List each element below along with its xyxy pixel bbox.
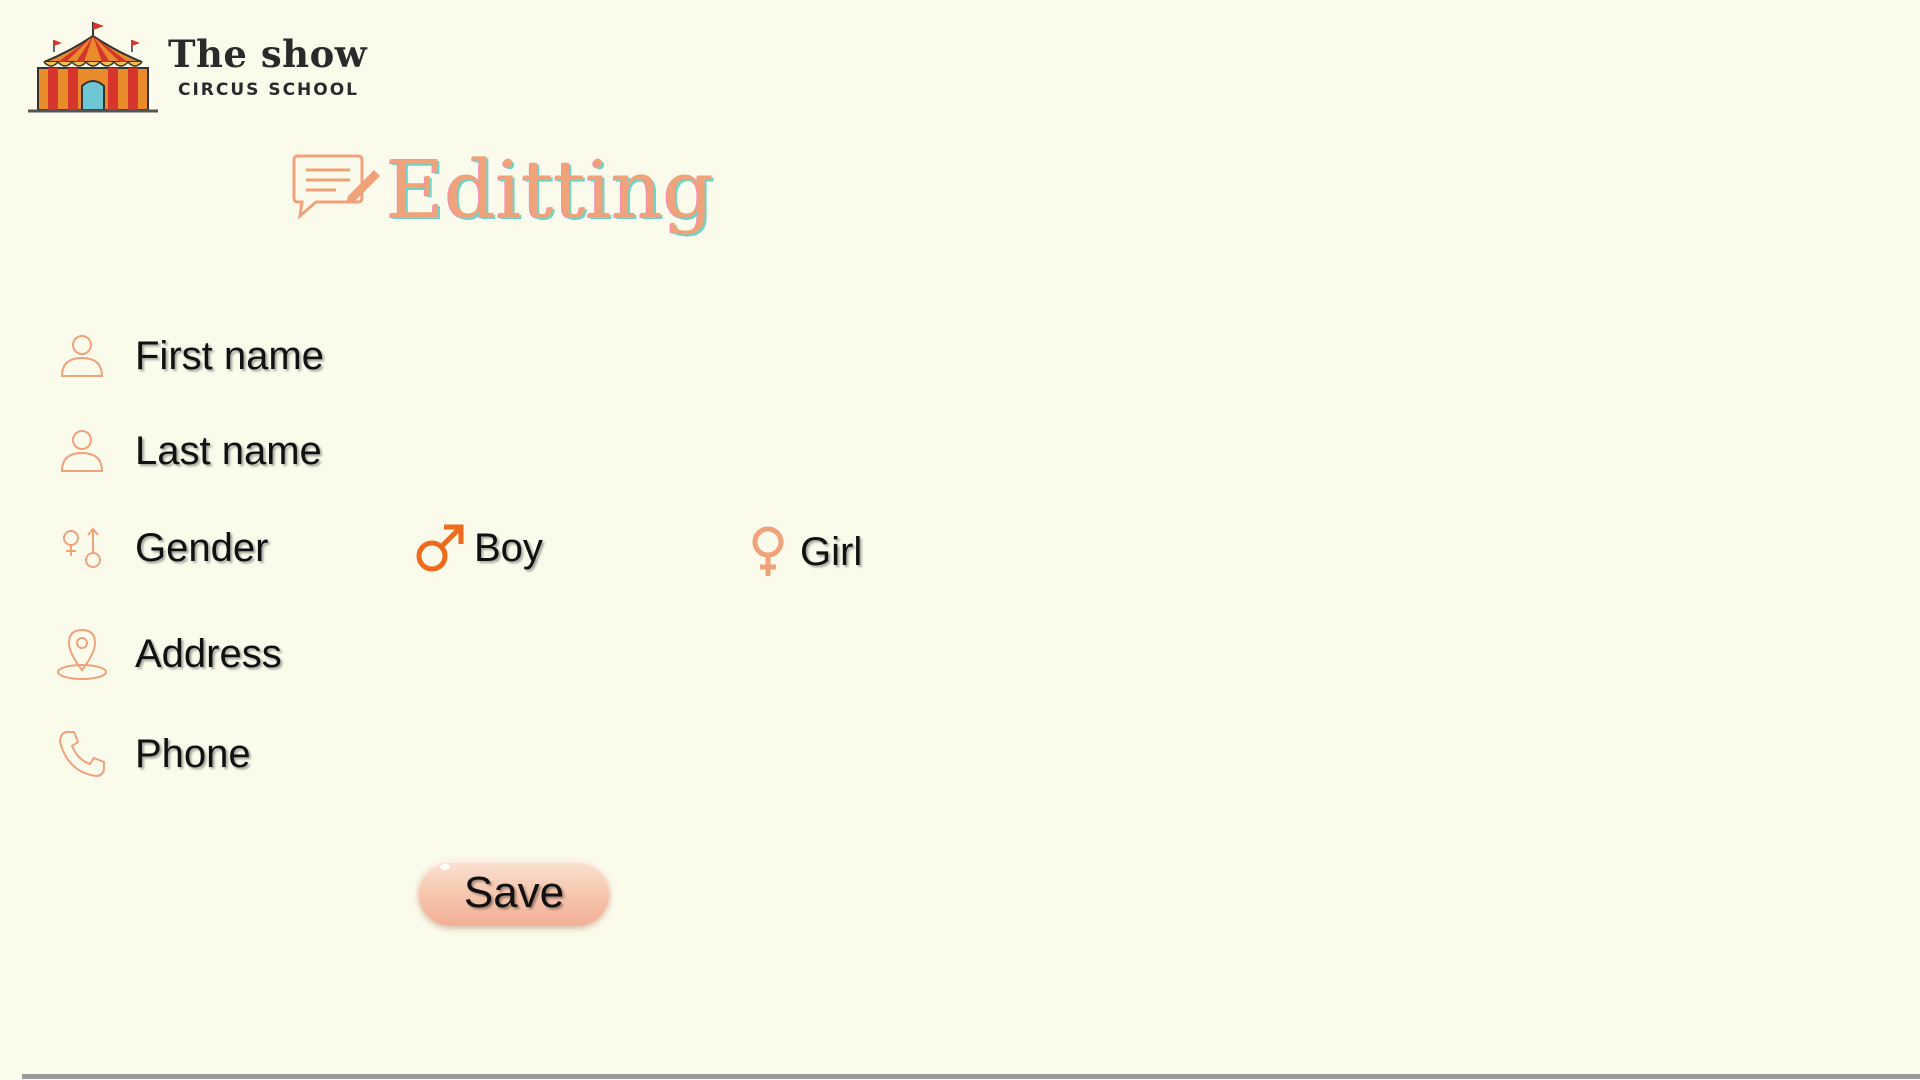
button-highlight [440,864,450,870]
first-name-label: First name [135,333,324,378]
gender-option-boy[interactable]: Boy [414,520,543,576]
gender-row: Gender [52,518,268,578]
first-name-row[interactable]: First name [52,326,324,386]
save-button[interactable]: Save [418,860,610,926]
save-button-label: Save [463,868,565,917]
gender-option-girl[interactable]: Girl [748,524,862,580]
page-title: Editting [386,143,714,236]
bottom-divider [22,1074,1920,1079]
circus-tent-icon [28,22,158,113]
address-row[interactable]: Address [52,624,282,684]
phone-label: Phone [135,731,251,776]
person-icon [52,421,112,481]
person-icon [52,326,112,386]
gender-icon [52,518,112,578]
phone-row[interactable]: Phone [52,724,251,784]
male-symbol-icon [416,524,464,572]
gender-label: Gender [135,525,269,570]
gender-option-boy-label: Boy [474,525,543,570]
phone-icon [52,724,112,784]
page-heading: Editting [292,150,714,230]
last-name-label: Last name [135,428,322,473]
gender-option-girl-label: Girl [800,529,863,574]
brand-logo[interactable]: The show CIRCUS SCHOOL [24,18,367,118]
brand-subtitle: CIRCUS SCHOOL [178,80,360,100]
edit-comment-icon [292,154,380,220]
map-pin-icon [52,624,112,684]
brand-title: The show [168,32,368,76]
address-label: Address [135,631,282,676]
last-name-row[interactable]: Last name [52,421,322,481]
female-symbol-icon [752,526,784,576]
